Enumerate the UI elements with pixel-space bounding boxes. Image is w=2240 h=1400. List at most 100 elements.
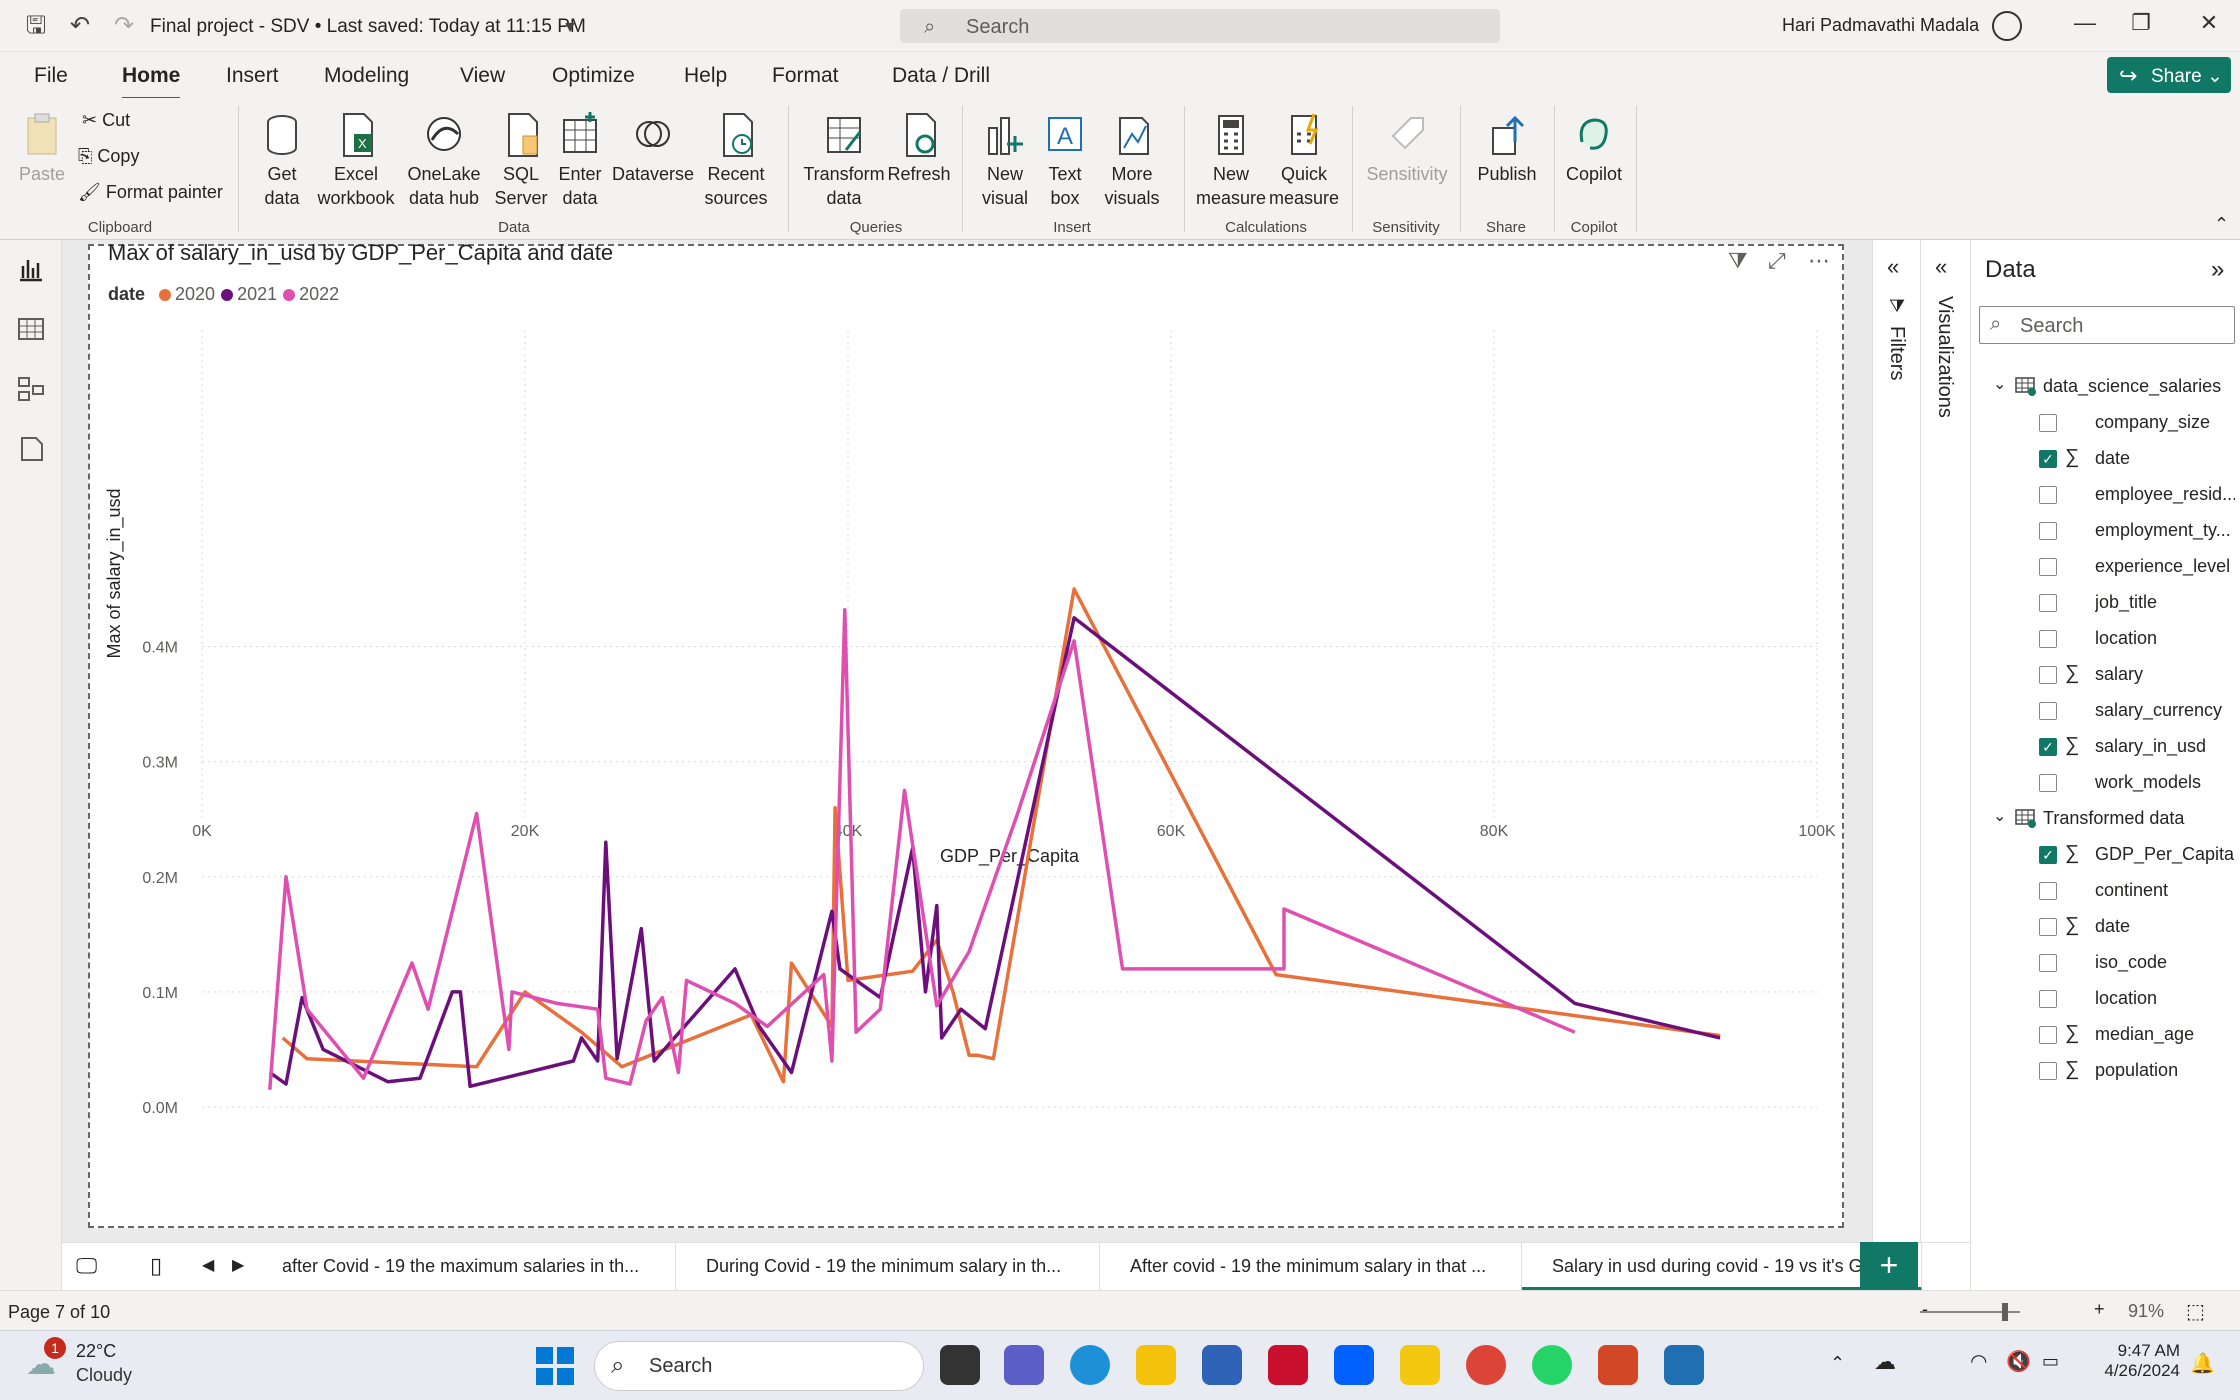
powerpoint-icon[interactable] [1598, 1345, 1638, 1385]
zoom-slider-thumb[interactable] [2002, 1303, 2008, 1321]
tab-file[interactable]: File [34, 64, 68, 88]
field-checkbox[interactable] [2039, 954, 2057, 972]
tab-optimize[interactable]: Optimize [552, 64, 635, 88]
more-options-icon[interactable]: ⋯ [1808, 248, 1830, 274]
new-measure-button[interactable]: New measure [1194, 112, 1268, 210]
notifications-bell-icon[interactable]: 🔔 [2190, 1351, 2215, 1376]
document-title[interactable]: Final project - SDV • Last saved: Today … [150, 16, 586, 38]
field-item[interactable]: location [1971, 982, 2240, 1016]
table-view-icon[interactable] [16, 314, 46, 344]
field-item[interactable]: ✓ ∑ date [1971, 442, 2240, 476]
field-checkbox[interactable] [2039, 774, 2057, 792]
photos-icon[interactable] [1664, 1345, 1704, 1385]
tab-data-drill[interactable]: Data / Drill [892, 64, 990, 88]
collapse-data-pane-icon[interactable]: » [2211, 256, 2224, 284]
field-checkbox[interactable] [2039, 990, 2057, 1008]
tab-help[interactable]: Help [684, 64, 727, 88]
chrome-icon[interactable] [1466, 1345, 1506, 1385]
collapse-ribbon-icon[interactable]: ⌃ [2214, 214, 2229, 235]
battery-icon[interactable]: ▭ [2042, 1351, 2059, 1372]
dropbox-icon[interactable] [1334, 1345, 1374, 1385]
field-checkbox[interactable]: ✓ [2039, 846, 2057, 864]
field-checkbox[interactable] [2039, 882, 2057, 900]
field-item[interactable]: continent [1971, 874, 2240, 908]
onelake-button[interactable]: OneLake data hub [398, 112, 490, 210]
onedrive-icon[interactable]: ☁ [1874, 1349, 1896, 1375]
publish-button[interactable]: Publish [1470, 112, 1544, 186]
field-checkbox[interactable]: ✓ [2039, 738, 2057, 756]
edge-icon[interactable] [1070, 1345, 1110, 1385]
filters-pane-collapsed[interactable]: « ⧩ Filters [1872, 240, 1920, 1290]
field-item[interactable]: ∑ salary [1971, 658, 2240, 692]
tab-format[interactable]: Format [772, 64, 839, 88]
field-checkbox[interactable] [2039, 1062, 2057, 1080]
mcafee-icon[interactable] [1268, 1345, 1308, 1385]
next-page-icon[interactable]: ▶ [232, 1255, 244, 1275]
file-explorer-icon[interactable] [1136, 1345, 1176, 1385]
excel-workbook-button[interactable]: X Excel workbook [314, 112, 398, 210]
field-checkbox[interactable] [2039, 558, 2057, 576]
page-tab[interactable]: After covid - 19 the minimum salary in t… [1100, 1243, 1522, 1291]
page-tab[interactable]: During Covid - 19 the minimum salary in … [676, 1243, 1100, 1291]
restore-icon[interactable]: ❐ [2126, 10, 2156, 36]
field-item[interactable]: employment_ty... [1971, 514, 2240, 548]
tab-home[interactable]: Home [122, 64, 181, 100]
share-button[interactable]: ↪ Share ⌄ [2107, 57, 2231, 93]
close-icon[interactable]: ✕ [2194, 10, 2224, 36]
quick-measure-button[interactable]: Quick measure [1268, 112, 1340, 210]
tab-modeling[interactable]: Modeling [324, 64, 409, 88]
copilot-button[interactable]: Copilot [1562, 112, 1626, 186]
field-checkbox[interactable] [2039, 1026, 2057, 1044]
expand-filters-icon[interactable]: « [1887, 254, 1899, 280]
field-checkbox[interactable] [2039, 594, 2057, 612]
mobile-layout-icon[interactable]: ▯ [150, 1253, 162, 1279]
focus-mode-icon[interactable]: ⤢ [1768, 248, 1786, 274]
text-box-button[interactable]: A Text box [1040, 112, 1090, 210]
avatar[interactable] [1992, 11, 2022, 41]
zoom-out-icon[interactable]: - [1922, 1299, 1928, 1320]
enter-data-button[interactable]: Enter data [552, 112, 608, 210]
weather-temp[interactable]: 22°C [76, 1341, 116, 1362]
wifi-icon[interactable]: ◠ [1970, 1349, 1987, 1374]
new-visual-button[interactable]: New visual [972, 112, 1038, 210]
field-checkbox[interactable] [2039, 414, 2057, 432]
expand-visualizations-icon[interactable]: « [1935, 254, 1947, 280]
save-icon[interactable]: 🖫 [22, 12, 50, 40]
task-view-icon[interactable] [940, 1345, 980, 1385]
field-checkbox[interactable] [2039, 486, 2057, 504]
copy-button[interactable]: ⎘ Copy [78, 146, 139, 167]
field-item[interactable]: employee_resid... [1971, 478, 2240, 512]
field-item[interactable]: ✓ ∑ GDP_Per_Capita [1971, 838, 2240, 872]
field-checkbox[interactable] [2039, 522, 2057, 540]
table-node[interactable]: ⌄ data_science_salaries [1971, 370, 2240, 404]
power-bi-icon[interactable] [1400, 1345, 1440, 1385]
more-visuals-button[interactable]: More visuals [1094, 112, 1170, 210]
tab-view[interactable]: View [460, 64, 505, 88]
field-item[interactable]: work_models [1971, 766, 2240, 800]
cut-button[interactable]: ✂ Cut [82, 110, 130, 131]
field-item[interactable]: ∑ median_age [1971, 1018, 2240, 1052]
minimize-icon[interactable]: — [2070, 10, 2100, 36]
field-checkbox[interactable] [2039, 702, 2057, 720]
global-search[interactable]: ⌕ Search [900, 9, 1500, 43]
page-tab[interactable]: after Covid - 19 the maximum salaries in… [252, 1243, 676, 1291]
chevron-down-icon[interactable]: ⌄ [1993, 374, 2006, 394]
dax-query-view-icon[interactable] [16, 434, 46, 464]
field-item[interactable]: job_title [1971, 586, 2240, 620]
field-item[interactable]: salary_currency [1971, 694, 2240, 728]
teams-icon[interactable] [1004, 1345, 1044, 1385]
paste-button[interactable]: Paste [14, 112, 70, 186]
field-checkbox[interactable] [2039, 630, 2057, 648]
taskbar-search[interactable]: ⌕ Search [594, 1341, 924, 1391]
sql-server-button[interactable]: SQL Server [490, 112, 552, 210]
whatsapp-icon[interactable] [1532, 1345, 1572, 1385]
get-data-button[interactable]: Get data [250, 112, 314, 210]
filter-icon[interactable]: ⧩ [1728, 248, 1748, 274]
field-item[interactable]: ∑ population [1971, 1054, 2240, 1088]
visualizations-pane-collapsed[interactable]: « Visualizations [1920, 240, 1970, 1290]
chevron-down-icon[interactable]: ▼ [556, 14, 584, 42]
chevron-up-icon[interactable]: ⌃ [1830, 1353, 1845, 1374]
windows-start-icon[interactable] [536, 1347, 574, 1385]
report-view-icon[interactable] [16, 254, 46, 284]
field-checkbox[interactable] [2039, 666, 2057, 684]
